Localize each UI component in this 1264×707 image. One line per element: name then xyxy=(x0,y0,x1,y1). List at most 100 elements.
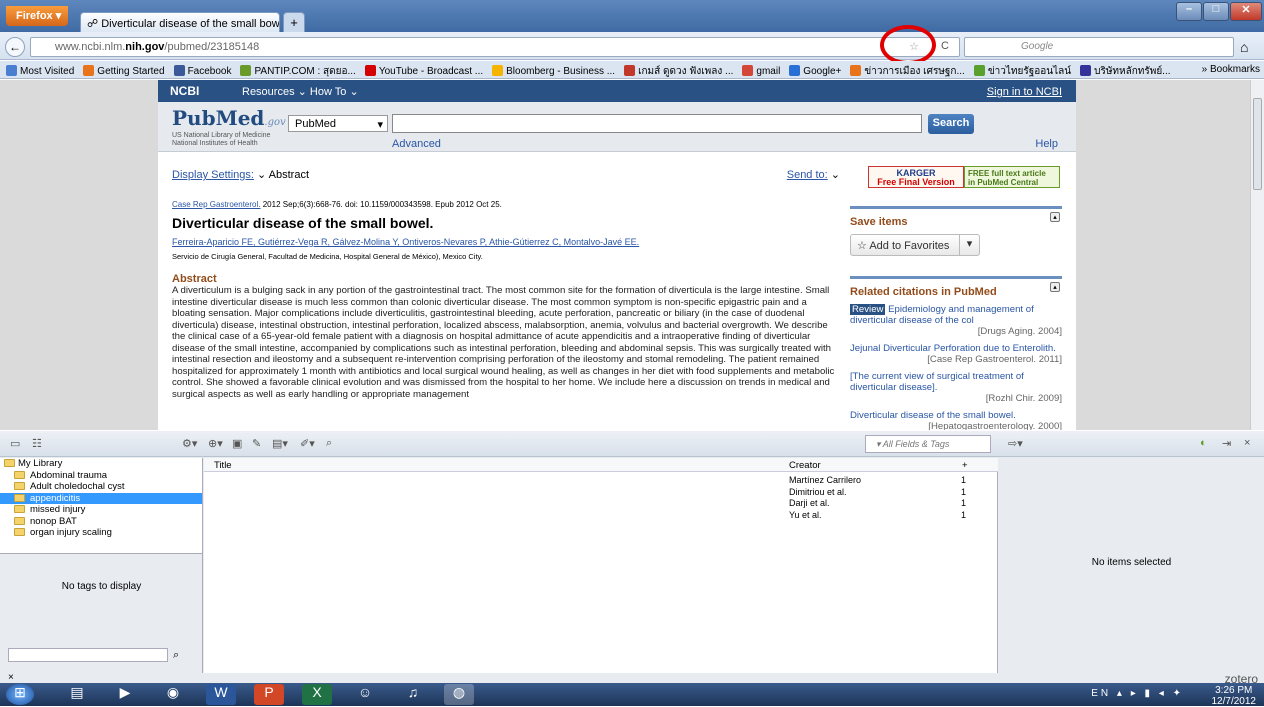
reload-icon[interactable]: C xyxy=(941,40,949,52)
explorer-icon[interactable]: ▤ xyxy=(62,684,92,705)
search-icon[interactable]: ⌕ xyxy=(173,649,179,662)
database-select-value: PubMed xyxy=(295,118,336,130)
new-note-icon[interactable]: ▤▾ xyxy=(272,437,288,450)
pubmed-logo[interactable]: PubMed.gov xyxy=(172,106,286,130)
ncbi-logo[interactable]: NCBI xyxy=(170,84,199,98)
clock[interactable]: 3:26 PM 12/7/2012 xyxy=(1212,685,1257,707)
bookmark-item[interactable]: gmail xyxy=(742,62,780,77)
collection-root[interactable]: My Library xyxy=(0,458,202,470)
table-row[interactable]: ▹Systematic review and meta-analysis of … xyxy=(204,510,998,521)
add-by-identifier-icon[interactable]: ▣ xyxy=(232,437,242,450)
start-button[interactable]: ⊞ xyxy=(6,684,34,705)
attach-link-icon[interactable]: ✎ xyxy=(252,437,261,450)
col-creator[interactable]: Creator xyxy=(789,460,821,471)
collection-item[interactable]: missed injury xyxy=(0,504,202,516)
close-pane-icon[interactable]: × xyxy=(1244,437,1250,449)
tag-filter-input[interactable] xyxy=(8,648,168,662)
minimize-button[interactable]: – xyxy=(1176,2,1202,21)
bookmark-item[interactable]: PANTIP.COM : สุดยอ... xyxy=(240,61,356,78)
zotero-sync-icon[interactable]: ◐ xyxy=(1200,437,1207,449)
pmc-link[interactable]: FREE full text article in PubMed Central xyxy=(964,166,1060,188)
bookmark-icon xyxy=(624,65,636,76)
attachment-icon[interactable]: ✐▾ xyxy=(300,437,315,450)
related-citation[interactable]: Diverticular disease of the small bowel.… xyxy=(850,410,1062,430)
collection-item[interactable]: organ injury scaling xyxy=(0,527,202,539)
new-item-icon[interactable]: ⊕▾ xyxy=(208,437,223,450)
new-collection-icon[interactable]: ▭ xyxy=(10,437,20,450)
chrome-icon[interactable]: ◉ xyxy=(158,684,188,705)
table-row[interactable]: ▹Single institution's experience in lapa… xyxy=(204,487,998,498)
word-icon[interactable]: W xyxy=(206,684,236,705)
bookmark-item[interactable]: Facebook xyxy=(173,62,232,77)
collections-pane: My Library Abdominal trauma Adult choledoc… xyxy=(0,458,203,553)
journal-link[interactable]: Case Rep Gastroenterol. xyxy=(172,200,261,209)
folder-icon xyxy=(4,459,15,467)
collection-item[interactable]: nonop BAT xyxy=(0,516,202,528)
karger-link[interactable]: KARGER Free Final Version xyxy=(868,166,964,188)
close-zotero-icon[interactable]: × xyxy=(8,672,14,683)
new-tab-button[interactable]: + xyxy=(283,12,305,33)
zotero-search-input[interactable]: ▾ All Fields & Tags xyxy=(865,435,991,453)
bookmarks-menu[interactable]: » Bookmarks xyxy=(1202,64,1260,75)
bookmark-item[interactable]: เกมส์ ดูดวง ฟังเพลง ... xyxy=(624,61,733,78)
collection-item[interactable]: Abdominal trauma xyxy=(0,470,202,482)
bookmark-item[interactable]: Bloomberg - Business ... xyxy=(492,62,615,77)
display-settings-link[interactable]: Display Settings: xyxy=(172,169,254,181)
add-to-favorites-button[interactable]: ☆ Add to Favorites ▾ xyxy=(850,234,980,256)
bookmark-item[interactable]: ข่าวการเมือง เศรษฐก... xyxy=(850,61,965,78)
search-button[interactable]: Search xyxy=(928,114,974,134)
fullscreen-icon[interactable]: ⇥ xyxy=(1222,437,1231,450)
bookmark-item[interactable]: Google+ xyxy=(789,62,841,77)
back-icon[interactable]: ← xyxy=(5,37,25,57)
related-citation[interactable]: Review Epidemiology and management of di… xyxy=(850,304,1062,337)
maximize-button[interactable]: □ xyxy=(1203,2,1229,21)
advanced-search-icon[interactable]: ⌕ xyxy=(326,437,332,450)
messenger-icon[interactable]: ☺ xyxy=(350,684,380,705)
table-row[interactable]: ▹Spontaneous gastric perforation in 11-y… xyxy=(204,498,998,509)
collection-item[interactable]: Adult choledochal cyst xyxy=(0,481,202,493)
col-title[interactable]: Title xyxy=(214,460,232,471)
chevron-down-icon[interactable]: ⌄ xyxy=(257,169,266,181)
close-window-button[interactable]: ✕ xyxy=(1230,2,1262,21)
sign-in-link[interactable]: Sign in to NCBI xyxy=(987,86,1062,98)
resources-menu[interactable]: Resources ⌄ How To ⌄ xyxy=(242,85,359,98)
url-bar[interactable]: www.ncbi.nlm.nih.gov/pubmed/23185148 ☆ C xyxy=(30,37,960,57)
bookmark-item[interactable]: YouTube - Broadcast ... xyxy=(364,62,483,77)
col-count[interactable]: + xyxy=(962,460,968,471)
excel-icon[interactable]: X xyxy=(302,684,332,705)
bookmark-label: Facebook xyxy=(187,66,232,77)
new-group-icon[interactable]: ☷ xyxy=(32,437,42,450)
firefox-menu-button[interactable]: Firefox ▾ xyxy=(6,6,68,26)
related-citation[interactable]: Jejunal Diverticular Perforation due to … xyxy=(850,343,1062,365)
related-citation[interactable]: [The current view of surgical treatment … xyxy=(850,371,1062,404)
bookmark-icon xyxy=(83,65,95,76)
chevron-down-icon[interactable]: ▾ xyxy=(959,234,979,256)
search-input[interactable]: Google xyxy=(964,37,1234,57)
firefox-taskbar-icon[interactable]: ◍ xyxy=(444,684,474,705)
language-indicator[interactable]: EN ▴ ▸ ▮ ◂ ✦ xyxy=(1091,688,1184,699)
collection-item[interactable]: appendicitis xyxy=(0,492,202,504)
powerpoint-icon[interactable]: P xyxy=(254,684,284,705)
send-to-menu[interactable]: Send to: ⌄ xyxy=(787,168,840,181)
sync-icon[interactable]: ⇨▾ xyxy=(1008,437,1023,450)
gear-icon[interactable]: ⚙▾ xyxy=(182,437,197,450)
collapse-icon[interactable]: ▴ xyxy=(1050,282,1060,292)
table-row[interactable]: ▹[Safety an efficacy of antibiotics comp… xyxy=(204,475,998,486)
scrollbar-thumb[interactable] xyxy=(1253,98,1262,190)
help-link[interactable]: Help xyxy=(1035,138,1058,150)
advanced-link[interactable]: Advanced xyxy=(392,138,441,150)
bookmark-item[interactable]: Most Visited xyxy=(0,62,74,77)
authors[interactable]: Ferreira-Aparicio FE, Gutiérrez-Vega R, … xyxy=(172,237,639,247)
tab-active[interactable]: ☍ Diverticular disease of the small bowe… xyxy=(80,12,280,33)
home-icon[interactable]: ⌂ xyxy=(1240,39,1248,55)
bookmark-item[interactable]: Getting Started xyxy=(83,62,165,77)
pubmed-search-input[interactable] xyxy=(392,114,922,133)
itunes-icon[interactable]: ♫ xyxy=(398,684,428,705)
media-icon[interactable]: ▶ xyxy=(110,684,140,705)
collapse-icon[interactable]: ▴ xyxy=(1050,212,1060,222)
bookmark-icon xyxy=(6,65,17,76)
bookmark-item[interactable]: บริษัทหลักทรัพย์... xyxy=(1080,61,1171,78)
bookmark-item[interactable]: ข่าวไทยรัฐออนไลน์ xyxy=(973,61,1071,78)
database-select[interactable]: PubMed ▾ xyxy=(288,115,388,132)
page-scrollbar[interactable] xyxy=(1250,80,1264,430)
